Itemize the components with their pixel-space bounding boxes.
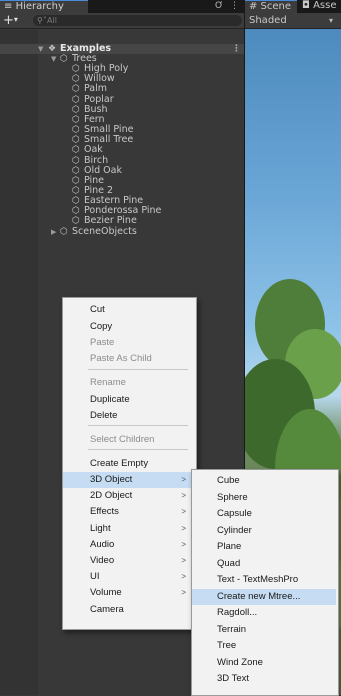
expand-arrow-icon[interactable]: ▼ (51, 54, 56, 64)
submenu-arrow-icon: > (181, 491, 186, 500)
menu-item-camera[interactable]: Camera (63, 602, 194, 618)
submenu-item-quad[interactable]: Quad (192, 556, 336, 572)
submenu-item-cylinder[interactable]: Cylinder (192, 523, 336, 539)
menu-item-cut[interactable]: Cut (63, 302, 194, 318)
submenu-item-sphere[interactable]: Sphere (192, 490, 336, 506)
submenu-arrow-icon: > (181, 556, 186, 565)
menu-separator (88, 449, 188, 450)
scene-toolbar: Shaded ▾ (245, 13, 341, 29)
menu-item-3d-object[interactable]: 3D Object > (63, 472, 194, 488)
menu-item-rename[interactable]: Rename (63, 375, 194, 391)
add-object-button[interactable]: +▾ (3, 13, 18, 28)
menu-separator (88, 369, 188, 370)
cube-icon: ⬡ (72, 135, 80, 146)
cube-icon: ⬡ (72, 84, 80, 95)
submenu-item-terrain[interactable]: Terrain (192, 622, 336, 638)
search-input[interactable]: ⚲˅ All (33, 15, 242, 26)
cube-icon: ⬡ (72, 64, 80, 75)
list-icon: ≡ (4, 1, 13, 12)
hierarchy-item[interactable]: ⬡ Palm (0, 84, 244, 95)
hierarchy-item[interactable]: ⬡ Bezier Pine (0, 216, 244, 227)
cube-icon: ⬡ (72, 145, 80, 156)
hierarchy-toolbar: +▾ ⚲˅ All (0, 13, 244, 29)
more-options-icon[interactable]: ⋮ (232, 44, 241, 54)
lock-icon[interactable]: Ơ (215, 0, 223, 12)
menu-item-audio[interactable]: Audio > (63, 537, 194, 553)
hierarchy-item[interactable]: ⬡ Oak (0, 145, 244, 156)
hierarchy-context-menu: Cut Copy Paste Paste As Child Rename Duplicat… (62, 297, 197, 630)
menu-item-paste[interactable]: Paste (63, 335, 194, 351)
menu-separator (88, 425, 188, 426)
cube-icon: ⬡ (72, 155, 80, 166)
shading-mode-dropdown[interactable]: Shaded (249, 14, 287, 27)
menu-item-2d-object[interactable]: 2D Object > (63, 488, 194, 504)
hierarchy-item[interactable]: ⬡ Pine (0, 175, 244, 186)
menu-item-light[interactable]: Light > (63, 521, 194, 537)
submenu-arrow-icon: > (181, 588, 186, 597)
submenu-item-create-new-mtree[interactable]: Create new Mtree... (192, 588, 336, 605)
unity-scene-icon: ❖ (48, 44, 57, 54)
cube-icon: ⬡ (72, 94, 80, 105)
submenu-arrow-icon: > (181, 524, 186, 533)
menu-item-ui[interactable]: UI > (63, 569, 194, 585)
menu-item-volume[interactable]: Volume > (63, 585, 194, 601)
submenu-arrow-icon: > (181, 540, 186, 549)
menu-item-create-empty[interactable]: Create Empty (63, 456, 194, 472)
tab-assets[interactable]: ◘ Asse (298, 0, 341, 13)
cube-icon: ⬡ (60, 226, 68, 237)
search-placeholder: All (47, 16, 57, 25)
cube-icon: ⬡ (72, 216, 80, 227)
more-options-icon[interactable]: ⋮ (230, 0, 239, 12)
hierarchy-group-row[interactable]: ▶ ⬡ SceneObjects (0, 226, 244, 237)
scene-tab-bar: # Scene ◘ Asse (245, 0, 341, 13)
submenu-item-tree[interactable]: Tree (192, 638, 336, 654)
hierarchy-item[interactable]: ⬡ Willow (0, 74, 244, 85)
menu-item-video[interactable]: Video > (63, 553, 194, 569)
menu-item-effects[interactable]: Effects > (63, 504, 194, 520)
cube-icon: ⬡ (72, 165, 80, 176)
submenu-arrow-icon: > (181, 475, 186, 484)
submenu-item-3d-text[interactable]: 3D Text (192, 671, 336, 687)
submenu-item-ragdoll[interactable]: Ragdoll... (192, 605, 336, 621)
submenu-item-wind-zone[interactable]: Wind Zone (192, 655, 336, 671)
cube-icon: ⬡ (72, 185, 80, 196)
cube-icon: ⬡ (72, 196, 80, 207)
expand-arrow-icon[interactable]: ▼ (38, 44, 43, 54)
expand-arrow-icon[interactable]: ▶ (51, 227, 56, 237)
hierarchy-item[interactable]: ⬡ Birch (0, 155, 244, 166)
hierarchy-tab-label: ≡ Hierarchy (4, 1, 64, 12)
menu-item-delete[interactable]: Delete (63, 408, 194, 424)
scene-row[interactable]: ▼ ❖ Examples ⋮ (0, 44, 244, 54)
submenu-item-cube[interactable]: Cube (192, 473, 336, 489)
tab-scene[interactable]: # Scene (245, 0, 297, 13)
hierarchy-item[interactable]: ⬡ Bush (0, 104, 244, 115)
cube-icon: ⬡ (72, 206, 80, 217)
cube-icon: ⬡ (72, 175, 80, 186)
menu-item-select-children[interactable]: Select Children (63, 432, 194, 448)
submenu-item-capsule[interactable]: Capsule (192, 506, 336, 522)
menu-item-copy[interactable]: Copy (63, 319, 194, 335)
submenu-arrow-icon: > (181, 572, 186, 581)
submenu-arrow-icon: > (181, 507, 186, 516)
hierarchy-item[interactable]: ⬡ Old Oak (0, 165, 244, 176)
hierarchy-tab-bar: ≡ Hierarchy Ơ ⋮ (0, 0, 244, 13)
hierarchy-item[interactable]: ⬡ Small Tree (0, 135, 244, 146)
submenu-item-text-textmeshpro[interactable]: Text - TextMeshPro (192, 572, 336, 588)
hierarchy-item[interactable]: ⬡ High Poly (0, 64, 244, 75)
submenu-item-plane[interactable]: Plane (192, 539, 336, 555)
cube-icon: ⬡ (72, 125, 80, 136)
menu-item-duplicate[interactable]: Duplicate (63, 392, 194, 408)
cube-icon: ⬡ (60, 54, 68, 64)
menu-item-paste-as-child[interactable]: Paste As Child (63, 351, 194, 367)
cube-icon: ⬡ (72, 104, 80, 115)
chevron-down-icon[interactable]: ▾ (329, 14, 333, 27)
search-icon: ⚲˅ (37, 16, 47, 25)
hierarchy-item[interactable]: ⬡ Poplar (0, 94, 244, 105)
cube-icon: ⬡ (72, 114, 80, 125)
cube-icon: ⬡ (72, 74, 80, 85)
hierarchy-tab[interactable]: ≡ Hierarchy (0, 0, 88, 13)
chevron-down-icon: ▾ (13, 15, 18, 24)
3d-object-submenu: Cube Sphere Capsule Cylinder Plane Quad Text -… (191, 469, 339, 696)
